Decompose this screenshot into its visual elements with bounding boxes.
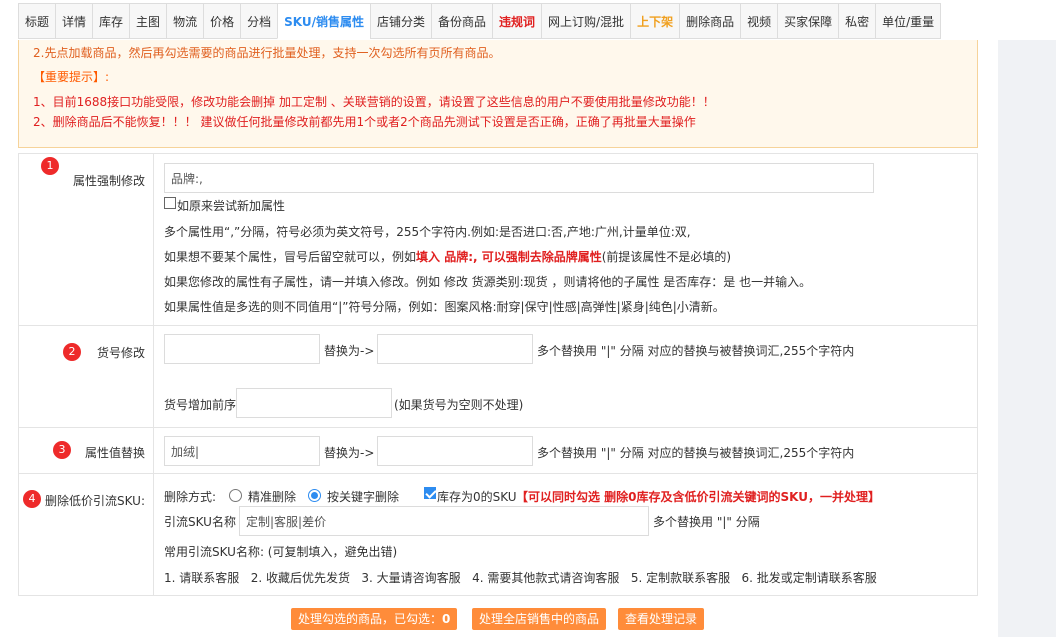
tab-12[interactable]: 上下架: [630, 3, 680, 39]
attr-replace-replace-label: 替换为->: [324, 446, 375, 460]
attr-replace-hint: 多个替换用 "|" 分隔 对应的替换与被替换词汇,255个字符内: [537, 446, 855, 460]
notice-line-2: 2、删除商品后不能恢复！！！ 建议做任何批量修改前都先用1个或者2个商品先测试下…: [33, 115, 696, 129]
tab-9[interactable]: 备份商品: [430, 3, 492, 39]
selected-count: 0: [442, 612, 451, 626]
precise-delete-label: 精准删除: [248, 490, 297, 504]
tab-3[interactable]: 主图: [129, 3, 167, 39]
attr-help-2: 如果想不要某个属性，冒号后留空就可以，例如填入 品牌:, 可以强制去除品牌属性(…: [164, 250, 732, 264]
attr-replace-replace-input[interactable]: [377, 436, 533, 466]
common-sku-label: 常用引流SKU名称: (可复制填入，避免出错): [164, 545, 398, 559]
sku-no-replace-label: 替换为->: [324, 344, 375, 358]
sku-no-prefix-input[interactable]: [236, 388, 392, 418]
attr-help-1: 多个属性用“,”分隔，符号必须为英文符号，255个字符内.例如:是否进口:否,产…: [164, 225, 691, 239]
low-price-label: 删除低价引流SKU:: [45, 494, 145, 508]
add-attr-checkbox[interactable]: [164, 197, 176, 209]
sku-name-input[interactable]: [239, 506, 649, 536]
tab-bar: 标题 详情 库存 主图 物流 价格 分档 SKU/销售属性 店铺分类 备份商品 违规词 网上订购/混批…: [18, 3, 942, 39]
tab-5[interactable]: 价格: [203, 3, 241, 39]
tab-14[interactable]: 视频: [740, 3, 778, 39]
tab-0[interactable]: 标题: [18, 3, 56, 39]
attr-replace-label: 属性值替换: [84, 446, 145, 460]
sku-no-label: 货号修改: [96, 346, 145, 360]
low-price-row: 4 删除低价引流SKU: 删除方式: 精准删除 按关键字删除 库存为0的SKU …: [19, 474, 977, 595]
tab-13[interactable]: 删除商品: [679, 3, 741, 39]
precise-delete-radio[interactable]: [229, 489, 242, 502]
tab-2[interactable]: 库存: [92, 3, 130, 39]
notice-tip-title: 【重要提示】:: [33, 70, 110, 84]
sku-no-find-input[interactable]: [164, 334, 320, 364]
step-badge: 1: [41, 157, 59, 175]
attr-replace-find-input[interactable]: [164, 436, 320, 466]
tab-7[interactable]: SKU/销售属性: [277, 3, 370, 39]
step-badge: 2: [63, 343, 81, 361]
keyword-delete-radio[interactable]: [308, 489, 321, 502]
common-sku-list: 1. 请联系客服 2. 收藏后优先发货 3. 大量请咨询客服 4. 需要其他款式…: [164, 571, 877, 585]
process-selected-button[interactable]: 处理勾选的商品，已勾选：0: [291, 608, 458, 630]
attr-help-3: 如果您修改的属性有子属性，请一并填入修改。例如 修改 货源类别:现货 ，则请将他…: [164, 275, 812, 289]
keyword-delete-label: 按关键字删除: [327, 490, 400, 504]
tab-15[interactable]: 买家保障: [777, 3, 839, 39]
zero-stock-label: 库存为0的SKU: [437, 490, 517, 504]
tab-10[interactable]: 违规词: [492, 3, 542, 39]
sku-name-label: 引流SKU名称: [164, 515, 236, 529]
sku-name-hint: 多个替换用 "|" 分隔: [653, 515, 760, 529]
notice-line-1: 1、目前1688接口功能受限，修改功能会删掉 加工定制 、关联营销的设置，请设置…: [33, 95, 715, 109]
tab-16[interactable]: 私密: [838, 3, 876, 39]
attr-force-row: 1 属性强制修改 如原来尝试新加属性 多个属性用“,”分隔，符号必须为英文符号，…: [19, 154, 977, 326]
attr-force-input[interactable]: [164, 163, 874, 193]
sku-no-hint: 多个替换用 "|" 分隔 对应的替换与被替换词汇,255个字符内: [537, 344, 855, 358]
tab-1[interactable]: 详情: [55, 3, 93, 39]
tab-4[interactable]: 物流: [166, 3, 204, 39]
delete-method-label: 删除方式:: [164, 490, 217, 504]
process-all-button[interactable]: 处理全店销售中的商品: [472, 608, 607, 630]
attr-help-4: 如果属性值是多选的则不同值用“|”符号分隔，例如：图案风格:耐穿|保守|性感|高…: [164, 300, 725, 314]
attr-force-label: 属性强制修改: [72, 174, 145, 188]
view-log-button[interactable]: 查看处理记录: [618, 608, 705, 630]
tab-17[interactable]: 单位/重量: [875, 3, 942, 39]
low-price-red-note: 【可以同时勾选 删除0库存及含低价引流关键词的SKU，一并处理】: [516, 490, 881, 504]
zero-stock-checkbox[interactable]: [424, 487, 436, 499]
right-panel: [998, 40, 1056, 637]
add-attr-checkbox-label: 如原来尝试新加属性: [177, 199, 286, 213]
step-badge: 3: [53, 441, 71, 459]
step-badge: 4: [23, 490, 41, 508]
settings-form: 1 属性强制修改 如原来尝试新加属性 多个属性用“,”分隔，符号必须为英文符号，…: [18, 153, 978, 596]
sku-no-prefix-hint: (如果货号为空则不处理): [394, 398, 524, 412]
notice-line-0: 2.先点加载商品，然后再勾选需要的商品进行批量处理，支持一次勾选所有页所有商品。: [33, 46, 501, 60]
sku-no-replace-input[interactable]: [377, 334, 533, 364]
sku-no-prefix-label: 货号增加前序: [164, 398, 237, 412]
attr-replace-row: 3 属性值替换 替换为-> 多个替换用 "|" 分隔 对应的替换与被替换词汇,2…: [19, 428, 977, 474]
tab-11[interactable]: 网上订购/混批: [541, 3, 631, 39]
notice-box: 2.先点加载商品，然后再勾选需要的商品进行批量处理，支持一次勾选所有页所有商品。…: [18, 40, 978, 148]
tab-6[interactable]: 分档: [240, 3, 278, 39]
sku-no-row: 2 货号修改 替换为-> 多个替换用 "|" 分隔 对应的替换与被替换词汇,25…: [19, 326, 977, 428]
tab-8[interactable]: 店铺分类: [369, 3, 431, 39]
